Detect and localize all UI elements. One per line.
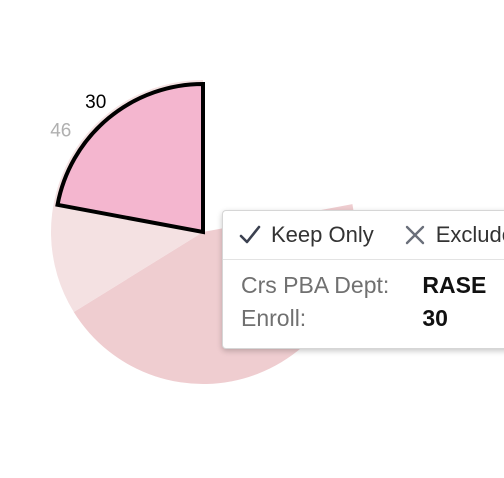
tooltip-actions: Keep Only Exclude bbox=[223, 211, 504, 260]
enroll-field-label: Enroll: bbox=[241, 305, 307, 331]
keep-only-label: Keep Only bbox=[271, 222, 374, 247]
exclude-label: Exclude bbox=[435, 222, 504, 247]
tooltip: Keep Only Exclude Crs PBA Dept: RASE Enr… bbox=[222, 210, 504, 349]
exclude-button[interactable]: Exclude bbox=[404, 222, 504, 248]
slice-label-30: 30 bbox=[85, 92, 106, 113]
pie-slice-30-highlighted[interactable] bbox=[55, 81, 205, 235]
tooltip-field-dept: Crs PBA Dept: RASE bbox=[241, 272, 486, 299]
dept-field-label: Crs PBA Dept: bbox=[241, 272, 390, 298]
checkmark-icon bbox=[239, 224, 261, 246]
dept-field-value: RASE bbox=[422, 272, 487, 298]
keep-only-button[interactable]: Keep Only bbox=[239, 222, 374, 248]
enroll-field-value: 30 bbox=[422, 305, 448, 331]
tooltip-field-enroll: Enroll: 30 bbox=[241, 305, 448, 332]
close-icon bbox=[404, 224, 426, 246]
slice-label-46: 46 bbox=[50, 121, 71, 142]
